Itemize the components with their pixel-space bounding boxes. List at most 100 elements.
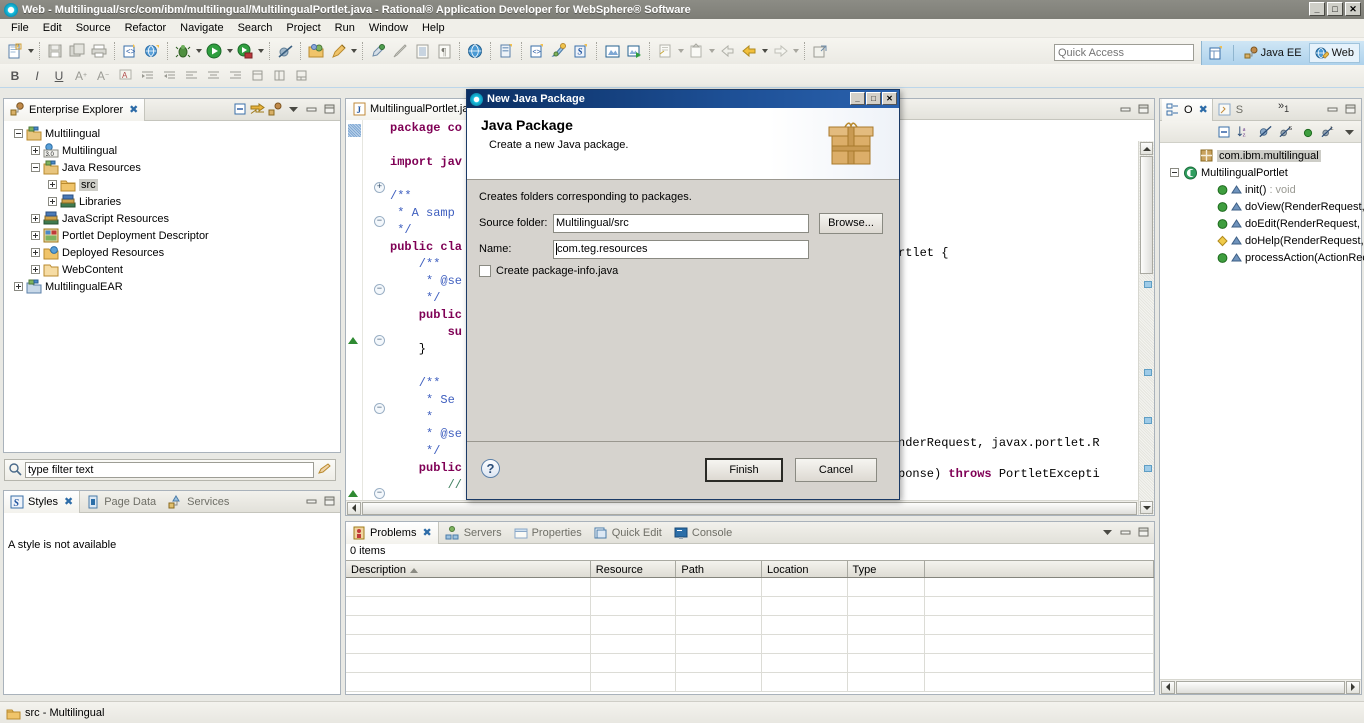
debug-icon[interactable] (173, 41, 193, 61)
scroll-left-button[interactable] (1161, 680, 1175, 694)
outline-item-multilingualportlet[interactable]: MultilingualPortlet (1164, 164, 1361, 181)
align-center-icon[interactable] (202, 66, 224, 86)
view-menu-icon[interactable] (286, 101, 301, 117)
window-close-button[interactable]: ✕ (1345, 2, 1361, 16)
dialog-close-button[interactable]: ✕ (882, 92, 897, 105)
explorer-tree-item-multilingual[interactable]: 3.0 Multilingual (8, 142, 340, 159)
hide-nonpublic-icon[interactable] (1300, 124, 1315, 140)
search-history-icon[interactable] (655, 41, 675, 61)
problems-table-row[interactable] (346, 635, 1154, 654)
tab-snippets[interactable]: S (1213, 99, 1248, 121)
problems-column-header[interactable]: Type (848, 561, 926, 577)
search-history-dropdown-icon[interactable] (676, 41, 685, 61)
maximize-view-icon[interactable] (1343, 101, 1358, 117)
expand-icon[interactable] (48, 197, 57, 206)
hide-local-types-icon[interactable]: L (1321, 124, 1336, 140)
help-icon[interactable]: ? (481, 459, 500, 478)
open-perspective-icon[interactable] (1207, 43, 1227, 63)
menu-project[interactable]: Project (279, 20, 327, 36)
tab-servers[interactable]: Servers (439, 522, 508, 544)
expand-icon[interactable] (31, 265, 40, 274)
menu-run[interactable]: Run (328, 20, 362, 36)
explorer-tree-item-src[interactable]: src (8, 176, 340, 193)
outline-hscroll-thumb[interactable] (1176, 680, 1345, 694)
fold-expand-icon[interactable]: + (374, 182, 385, 193)
collapse-all-icon[interactable] (1216, 124, 1231, 140)
tab-quick-edit[interactable]: Quick Edit (588, 522, 668, 544)
menu-search[interactable]: Search (231, 20, 280, 36)
new-css-icon[interactable] (549, 41, 569, 61)
explorer-tree-item-java-resources[interactable]: Java Resources (8, 159, 340, 176)
explorer-tree-item-libraries[interactable]: Libraries (8, 193, 340, 210)
explorer-tree-item-deployed-resources[interactable]: Deployed Resources (8, 244, 340, 261)
underline-icon[interactable]: U (48, 66, 70, 86)
bold-icon[interactable]: B (4, 66, 26, 86)
new-html-icon[interactable]: <> (527, 41, 547, 61)
menu-edit[interactable]: Edit (36, 20, 69, 36)
tab-console[interactable]: Console (668, 522, 738, 544)
problems-table-row[interactable] (346, 578, 1154, 597)
menu-file[interactable]: File (4, 20, 36, 36)
decrease-font-icon[interactable]: A − (92, 66, 114, 86)
new-web-project-icon[interactable] (142, 41, 162, 61)
outline-item-doedit-renderrequest-i[interactable]: doEdit(RenderRequest, I (1164, 215, 1364, 232)
minimize-view-icon[interactable] (1325, 101, 1340, 117)
scroll-right-button[interactable] (1346, 680, 1360, 694)
close-icon[interactable]: ✖ (1199, 103, 1208, 116)
problems-table-row[interactable] (346, 673, 1154, 692)
window-minimize-button[interactable]: _ (1309, 2, 1325, 16)
explorer-filter-input[interactable] (25, 462, 314, 478)
problems-column-header[interactable] (925, 561, 1155, 577)
expand-icon[interactable] (14, 282, 23, 291)
fold-collapse-icon[interactable]: − (374, 403, 385, 414)
collapse-all-icon[interactable] (232, 101, 247, 117)
fold-collapse-icon[interactable]: − (374, 335, 385, 346)
scroll-left-button[interactable] (347, 501, 361, 515)
explorer-tree-item-javascript-resources[interactable]: JavaScript Resources (8, 210, 340, 227)
quick-access-input[interactable] (1055, 45, 1193, 60)
explorer-tree-item-multilingual[interactable]: Multilingual (8, 125, 340, 142)
hide-static-icon[interactable]: S (1279, 124, 1294, 140)
open-task-icon[interactable] (686, 41, 706, 61)
problems-column-header[interactable]: Description (346, 561, 591, 577)
editor-vertical-scrollbar[interactable] (1138, 141, 1154, 515)
collapse-icon[interactable] (31, 163, 40, 172)
scroll-down-button[interactable] (1140, 501, 1153, 514)
next-annotation-icon[interactable] (412, 41, 432, 61)
expand-icon[interactable] (31, 231, 40, 240)
minimize-view-icon[interactable] (1118, 101, 1133, 117)
minimize-view-icon[interactable] (1118, 524, 1133, 540)
run-icon[interactable] (204, 41, 224, 61)
expand-icon[interactable] (31, 214, 40, 223)
perspective-web[interactable]: Web (1308, 43, 1360, 63)
expand-icon[interactable] (31, 146, 40, 155)
run-dropdown-icon[interactable] (225, 41, 234, 61)
problems-table-row[interactable] (346, 654, 1154, 673)
overview-marker[interactable] (1144, 417, 1152, 424)
overview-marker[interactable] (1144, 465, 1152, 472)
finish-button[interactable]: Finish (705, 458, 783, 482)
menu-window[interactable]: Window (362, 20, 415, 36)
outline-item-dohelp-renderrequest[interactable]: doHelp(RenderRequest, (1164, 232, 1364, 249)
tab-problems[interactable]: Problems ✖ (346, 521, 439, 544)
close-icon[interactable]: ✖ (129, 103, 138, 116)
overview-marker[interactable] (1144, 369, 1152, 376)
menu-refactor[interactable]: Refactor (118, 20, 174, 36)
expand-icon[interactable] (48, 180, 57, 189)
cancel-button[interactable]: Cancel (795, 458, 877, 482)
run-on-server-icon[interactable] (235, 41, 255, 61)
insert-table-icon[interactable] (246, 66, 268, 86)
editor-hscroll-thumb[interactable] (362, 501, 1137, 515)
tab-styles[interactable]: S Styles ✖ (4, 490, 81, 513)
create-package-info-row[interactable]: Create package-info.java (479, 265, 887, 277)
hide-fields-icon[interactable] (1258, 124, 1273, 140)
fold-collapse-icon[interactable]: − (374, 488, 385, 499)
web-browser-icon[interactable] (465, 41, 485, 61)
outdent-icon[interactable] (158, 66, 180, 86)
skip-breakpoints-icon[interactable] (275, 41, 295, 61)
minimize-view-icon[interactable] (304, 101, 319, 117)
menu-source[interactable]: Source (69, 20, 118, 36)
tab-page-data[interactable]: Page Data (80, 491, 162, 513)
save-icon[interactable] (45, 41, 65, 61)
font-color-icon[interactable]: A (114, 66, 136, 86)
